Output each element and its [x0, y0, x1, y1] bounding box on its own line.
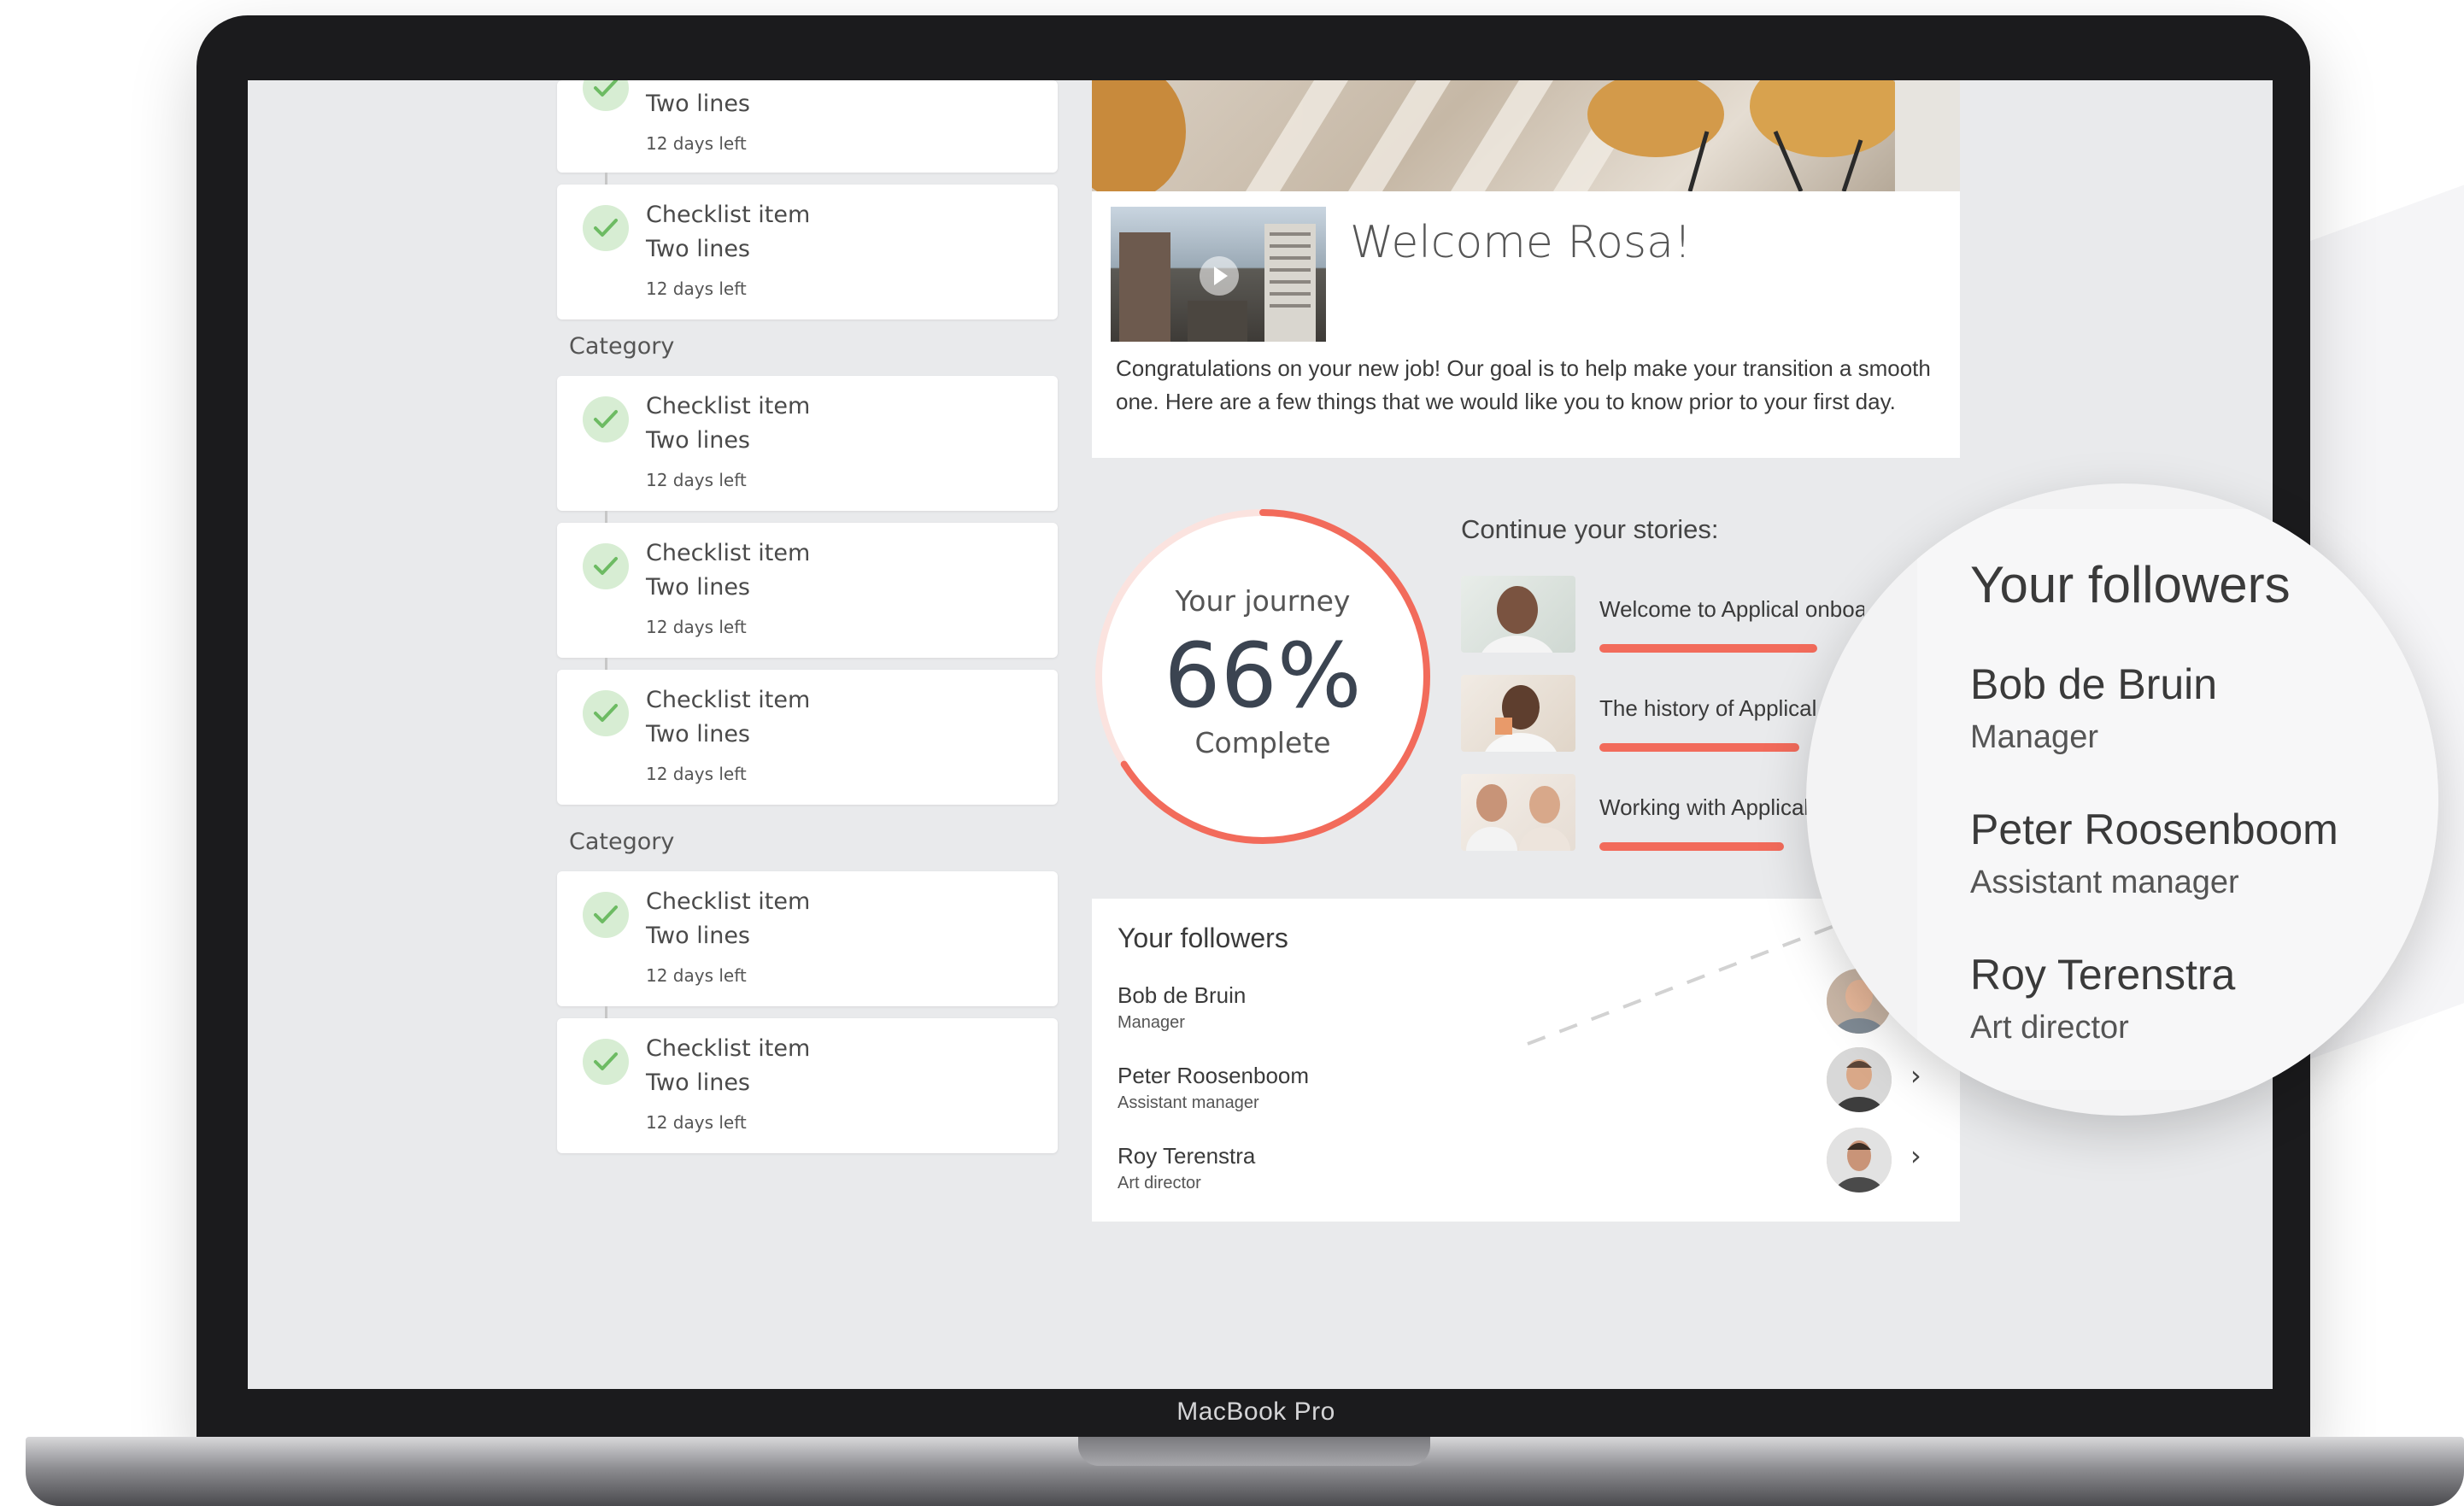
- checklist-item-days: 12 days left: [646, 617, 747, 637]
- checklist-item-title: Checklist item: [646, 540, 811, 566]
- journey-progress-ring: Your journey 66% Complete: [1092, 506, 1434, 847]
- chevron-right-icon[interactable]: ›: [1910, 1140, 1921, 1172]
- checklist-item-subtitle: Two lines: [646, 427, 751, 454]
- checklist-item-title: Checklist item: [646, 687, 811, 713]
- check-icon: [583, 892, 629, 938]
- check-icon: [583, 396, 629, 442]
- checklist-item[interactable]: Checklist item Two lines 12 days left: [557, 376, 1058, 511]
- checklist-item-subtitle: Two lines: [646, 236, 751, 262]
- checklist-item-days: 12 days left: [646, 133, 747, 154]
- device-brand-label: MacBook Pro: [1176, 1398, 1335, 1426]
- magnifier-follower-role: Manager: [1970, 719, 2098, 755]
- checklist-item[interactable]: Two lines 12 days left: [557, 80, 1058, 173]
- timeline-connector: [605, 173, 607, 185]
- follower-name[interactable]: Bob de Bruin: [1118, 982, 1246, 1009]
- check-icon: [583, 1039, 629, 1085]
- checklist-item-days: 12 days left: [646, 470, 747, 490]
- timeline-connector: [605, 1006, 607, 1018]
- checklist-item-title: Checklist item: [646, 202, 811, 228]
- follower-role: Art director: [1118, 1174, 1201, 1192]
- story-progress-bar: [1599, 743, 1799, 752]
- avatar[interactable]: [1827, 1047, 1892, 1112]
- timeline-connector: [605, 658, 607, 670]
- magnifier-pointer: [1527, 914, 1862, 1046]
- welcome-body: Congratulations on your new job! Our goa…: [1116, 355, 1931, 414]
- checklist-item-days: 12 days left: [646, 764, 747, 784]
- checklist-item[interactable]: Checklist item Two lines 12 days left: [557, 1018, 1058, 1153]
- follower-name[interactable]: Peter Roosenboom: [1118, 1063, 1309, 1089]
- check-icon: [583, 690, 629, 736]
- follower-name[interactable]: Roy Terenstra: [1118, 1143, 1255, 1169]
- checklist-item-title: Checklist item: [646, 393, 811, 419]
- magnifier-follower-name: Roy Terenstra: [1970, 951, 2236, 999]
- magnifier-title: Your followers: [1970, 556, 2291, 613]
- welcome-video-thumbnail[interactable]: [1111, 207, 1326, 342]
- magnifier-follower-role: Art director: [1970, 1010, 2129, 1046]
- followers-magnifier: Your followers Bob de Bruin Manager Pete…: [1806, 483, 2438, 1116]
- category-label: Category: [569, 333, 675, 360]
- story-thumbnail[interactable]: [1461, 774, 1575, 851]
- journey-label: Your journey: [1175, 584, 1351, 618]
- checklist-item[interactable]: Checklist item Two lines 12 days left: [557, 871, 1058, 1006]
- checklist-item-title: Checklist item: [646, 1035, 811, 1062]
- story-thumbnail[interactable]: [1461, 675, 1575, 752]
- checklist-item-days: 12 days left: [646, 278, 747, 299]
- magnifier-follower-name: Bob de Bruin: [1970, 660, 2218, 708]
- story-progress-bar: [1599, 842, 1784, 851]
- checklist-item-title: Checklist item: [646, 888, 811, 915]
- hero-image: [1092, 80, 1960, 191]
- checklist-item[interactable]: Checklist item Two lines 12 days left: [557, 670, 1058, 805]
- checklist-item-subtitle: Two lines: [646, 574, 751, 601]
- story-progress-bar: [1599, 644, 1817, 653]
- checklist-item[interactable]: Checklist item Two lines 12 days left: [557, 185, 1058, 319]
- checklist-item[interactable]: Checklist item Two lines 12 days left: [557, 523, 1058, 658]
- checklist-item-days: 12 days left: [646, 1112, 747, 1133]
- check-icon: [583, 543, 629, 589]
- follower-role: Manager: [1118, 1013, 1185, 1032]
- journey-status: Complete: [1194, 726, 1331, 759]
- welcome-title: Welcome Rosa!: [1350, 217, 1692, 268]
- check-icon: [583, 205, 629, 251]
- magnifier-follower-name: Peter Roosenboom: [1970, 806, 2338, 853]
- checklist-item-subtitle: Two lines: [646, 923, 751, 949]
- check-icon: [583, 80, 629, 111]
- followers-card: Your followers Bob de Bruin Manager Pete…: [1092, 899, 1960, 1222]
- follower-role: Assistant manager: [1118, 1093, 1259, 1112]
- category-label: Category: [569, 829, 675, 855]
- story-thumbnail[interactable]: [1461, 576, 1575, 653]
- story-title[interactable]: Welcome to Applical onboarding: [1599, 596, 1864, 623]
- checklist-item-days: 12 days left: [646, 965, 747, 986]
- stories-title: Continue your stories:: [1461, 514, 1719, 544]
- journey-percent: 66%: [1164, 624, 1362, 728]
- checklist-item-subtitle: Two lines: [646, 91, 751, 117]
- checklist-item-subtitle: Two lines: [646, 1069, 751, 1096]
- followers-title: Your followers: [1118, 923, 1288, 953]
- checklist-item-subtitle: Two lines: [646, 721, 751, 747]
- welcome-card: Welcome Rosa! Congratulations on your ne…: [1092, 191, 1960, 458]
- timeline-connector: [605, 511, 607, 523]
- laptop-notch: [1078, 1437, 1430, 1466]
- magnifier-follower-role: Assistant manager: [1970, 864, 2239, 900]
- play-icon[interactable]: [1200, 256, 1239, 296]
- avatar[interactable]: [1827, 1128, 1892, 1192]
- product-mockup: MacBook Pro Two lines 12 days left Check…: [0, 0, 2464, 1506]
